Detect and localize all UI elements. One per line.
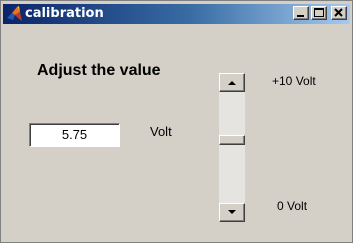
arrow-up-icon [228, 81, 236, 85]
slider-down-button[interactable] [219, 203, 245, 222]
scale-min-label: 0 Volt [277, 199, 308, 213]
arrow-down-icon [228, 210, 236, 214]
title-bar[interactable]: calibration [3, 4, 350, 24]
matlab-logo-icon [6, 6, 23, 22]
scale-max-label: +10 Volt [272, 74, 316, 88]
minimize-icon [297, 15, 304, 17]
panel-heading: Adjust the value [37, 62, 161, 79]
value-field[interactable]: 5.75 [29, 123, 120, 147]
window-title: calibration [25, 6, 104, 21]
voltage-slider[interactable] [219, 73, 245, 222]
minimize-button[interactable] [293, 6, 309, 20]
slider-thumb[interactable] [219, 135, 245, 145]
slider-up-button[interactable] [219, 73, 245, 92]
close-button[interactable] [331, 6, 347, 20]
calibration-window: calibration Adjust the value 5.75 Volt +… [0, 0, 353, 243]
maximize-icon [314, 8, 324, 17]
slider-track[interactable] [219, 92, 245, 203]
close-icon [334, 8, 343, 17]
unit-label: Volt [150, 124, 172, 139]
maximize-button[interactable] [311, 6, 327, 20]
